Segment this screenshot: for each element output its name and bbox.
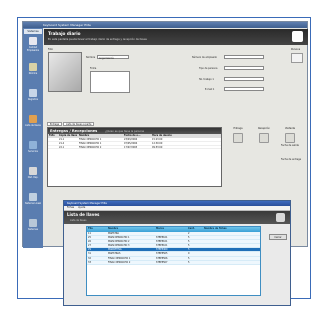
tipo-persona-label: Tipo de persona [199, 67, 218, 70]
table-row[interactable]: 22.1 FINAC DESPACHO 2 17/07/2003 09:53:00 [48, 146, 221, 150]
sidebar-item-icon [29, 115, 37, 123]
sidebar-item-icon [29, 89, 37, 97]
table-row[interactable]: 33 FINAC DESPACHO 2 STEPP507 5 [87, 260, 260, 265]
tab-bar: Entrega Lista de llaves a parte [47, 122, 95, 126]
fecha-salida-label: Fecha de salida [281, 144, 299, 147]
tab-lista[interactable]: Lista de llaves a parte [62, 122, 95, 126]
firma-box [90, 71, 130, 93]
numero-empleado-input[interactable] [224, 55, 264, 59]
sidebar-item-icon [29, 63, 37, 71]
entrega-action[interactable]: Entrega [226, 127, 250, 143]
email-input[interactable] [224, 87, 264, 91]
sidebar-item-icon [29, 141, 37, 149]
fecha-entrega-label: Fecha de entrega [281, 158, 302, 161]
sidebar-item-label: Sistema Lineal [24, 202, 41, 205]
sidebar-item-label: Registros [27, 98, 39, 101]
sidebar-item-label: Sistemas [28, 228, 38, 231]
entregas-grid: Entregas / Recepciones ¿Quien es que tien… [47, 127, 222, 187]
sidebar-item-icon [29, 193, 37, 201]
dialog-banner: Lista de llaves Lista de llaves [64, 210, 290, 224]
sidebar-item-label: Servicios [28, 150, 38, 153]
sidebar-item[interactable]: Lista de llaves [24, 115, 42, 127]
persona-label: Persona [291, 48, 301, 51]
visitante-action[interactable]: Visitante [278, 127, 302, 143]
person-photo [48, 52, 82, 92]
sidebar-item-label: Calidad Empleados [26, 46, 40, 52]
dialog-banner-subtitle: Lista de llaves [70, 218, 87, 222]
tipo-persona-input[interactable] [224, 66, 264, 70]
sidebar-item[interactable]: Calidad Empleados [24, 37, 42, 52]
recepcion-key-icon [259, 133, 269, 143]
lista-llaves-dialog: Keyboard System Manager Elite Fichas Ayud… [63, 200, 291, 306]
tab-entrega[interactable]: Entrega [47, 122, 62, 126]
sidebar-item[interactable]: Dist. Rep. [24, 167, 42, 179]
menu-ayuda[interactable]: Ayuda [78, 206, 85, 209]
sidebar-item-icon [29, 37, 37, 45]
sidebar-item-label: Dist. Rep. [27, 176, 39, 179]
page-banner: Trabajo diario En esta pantalla puede ll… [44, 29, 308, 45]
tel-label: Tel. trabajo 1 [199, 78, 214, 81]
keys-icon [276, 212, 285, 222]
sidebar-item-label: Lista de llaves [25, 124, 41, 127]
screenshot-frame: Keyboard System Manager Elite Sistemas C… [17, 17, 311, 306]
sidebar-item-icon [29, 167, 37, 175]
keys-icon [292, 31, 303, 42]
search-placeholder[interactable]: ¿Quien es que tiene la persona [105, 130, 144, 133]
tel-input[interactable] [224, 77, 264, 81]
page-title: Trabajo diario [48, 31, 81, 36]
sidebar-item[interactable]: Servicios [24, 141, 42, 153]
entrega-key-icon [233, 133, 243, 143]
sidebar-item[interactable]: Registros [24, 89, 42, 101]
sidebar-item[interactable]: Sistemas [24, 219, 42, 231]
recepcion-action[interactable]: Recepción [252, 127, 276, 143]
nombre-input[interactable]: Angel García [97, 55, 129, 60]
llaves-table: Fila Nombre Marca Cant. Nombre de fichas… [86, 226, 261, 296]
email-label: E-mail 1 [205, 88, 215, 91]
page-subtitle: En esta pantalla puede llevar el trabajo… [48, 38, 147, 41]
llaves-rows: 11 MAESTRA 2 25 MAIN DESPACHO 1 STEPP101 5 26 MA… [87, 231, 260, 265]
visitante-icon [285, 133, 295, 143]
foto-label: Foto [48, 48, 53, 51]
menu-fichas[interactable]: Fichas [67, 206, 74, 209]
window-title: Keyboard System Manager Elite [23, 22, 307, 28]
numero-empleado-label: Número de empleado [192, 56, 217, 59]
sidebar-tab[interactable]: Sistemas [24, 29, 42, 34]
firma-label: Firma [90, 67, 97, 70]
entregas-rows: 21.1 FINAC DESPACHO 1 23/03/2004 15:23:00 2… [48, 138, 221, 150]
sidebar-item[interactable]: Nómina [24, 63, 42, 75]
persona-icon [291, 53, 303, 63]
sidebar-item[interactable]: Sistema Lineal [24, 193, 42, 205]
sidebar-item-icon [29, 219, 37, 227]
sidebar: Sistemas Calidad Empleados Nómina Registro… [23, 28, 43, 248]
sidebar-item-label: Nómina [28, 72, 38, 75]
nombre-label: Nombre [86, 56, 96, 59]
cerrar-button[interactable]: Cerrar [269, 234, 287, 240]
actions-panel: Entrega Recepción Visitante Fecha de sal… [226, 127, 306, 187]
dialog-banner-title: Lista de llaves [67, 212, 100, 217]
